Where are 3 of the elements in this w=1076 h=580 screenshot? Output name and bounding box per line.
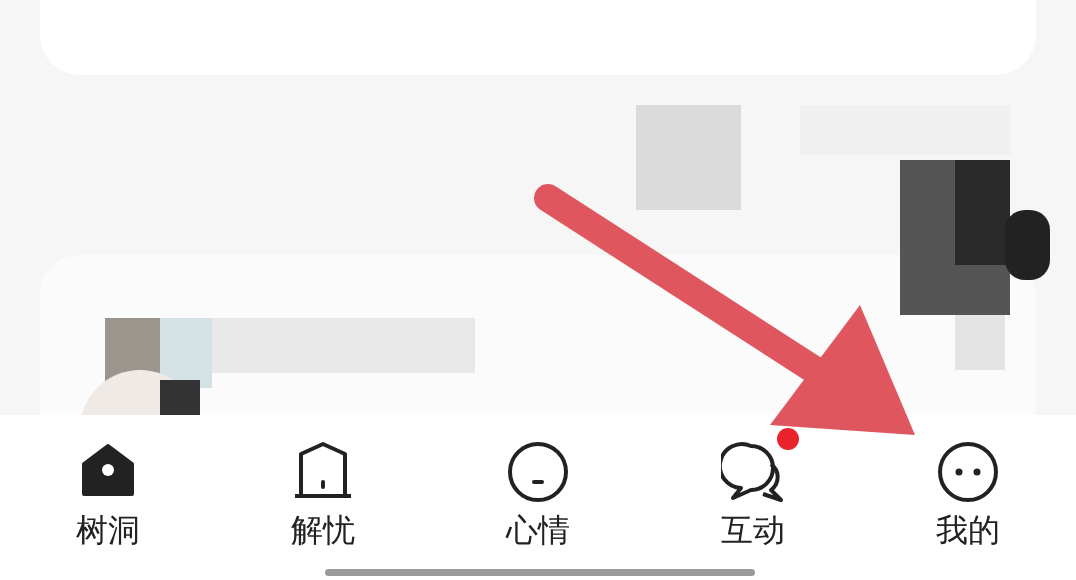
- tab[interactable]: 解忧: [215, 426, 431, 550]
- tab[interactable]: 树洞: [0, 426, 216, 550]
- tab[interactable]: 心情: [430, 426, 646, 550]
